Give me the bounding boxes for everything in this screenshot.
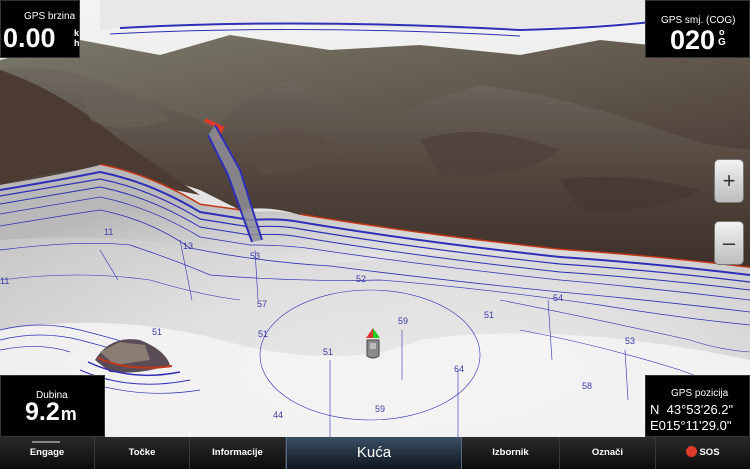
position-databox[interactable]: GPS pozicija N 43°53'26.2" E015°11'29.0" xyxy=(645,375,750,437)
depth-label: 51 xyxy=(484,310,494,320)
zoom-out-button[interactable]: – xyxy=(714,221,744,265)
sos-label: SOS xyxy=(699,447,720,458)
cog-databox[interactable]: GPS smj. (COG) 020 o G xyxy=(645,0,750,58)
depth-label: 53 xyxy=(250,251,260,261)
cog-unit-top: o xyxy=(719,27,725,37)
oznaci-button[interactable]: Označi xyxy=(560,437,656,469)
cog-value: 020 xyxy=(670,25,716,55)
sos-icon xyxy=(686,445,698,457)
depth-label: 58 xyxy=(582,381,592,391)
bottom-toolbar: Engage Točke Informacije Kuća Izbornik O… xyxy=(0,437,750,469)
drag-handle-icon xyxy=(32,441,60,443)
informacije-button[interactable]: Informacije xyxy=(190,437,286,469)
depth-label: 64 xyxy=(454,364,464,374)
zoom-in-button[interactable]: + xyxy=(714,159,744,203)
speed-unit-bottom: h xyxy=(74,38,80,48)
depth-label: 11 xyxy=(104,227,113,237)
position-label: GPS pozicija xyxy=(671,388,729,399)
cog-unit-bottom: G xyxy=(718,37,726,48)
depth-label: 54 xyxy=(553,293,563,303)
depth-label: 51 xyxy=(258,329,268,339)
position-lon: E015°11'29.0" xyxy=(650,418,732,433)
engage-button[interactable]: Engage xyxy=(0,437,95,469)
tocke-button[interactable]: Točke xyxy=(95,437,190,469)
chart-3d-view[interactable]: 57 52 59 51 54 51 64 59 44 58 53 53 11 1… xyxy=(0,0,750,437)
speed-unit-top: k xyxy=(74,28,80,38)
depth-label: 13 xyxy=(183,241,193,251)
depth-label: 51 xyxy=(152,327,162,337)
depth-label: 59 xyxy=(398,316,408,326)
depth-value: 9.2m xyxy=(25,398,77,426)
depth-label: 11 xyxy=(0,276,9,286)
depth-label: 59 xyxy=(375,404,385,414)
speed-value: 0.00 xyxy=(3,23,56,53)
depth-label: 44 xyxy=(273,410,283,420)
position-lat: N 43°53'26.2" xyxy=(650,402,734,417)
engage-label: Engage xyxy=(29,447,65,458)
depth-label: 53 xyxy=(625,336,635,346)
home-button[interactable]: Kuća xyxy=(286,437,462,469)
depth-label: 51 xyxy=(323,347,333,357)
speed-label: GPS brzina xyxy=(24,11,76,22)
izbornik-button[interactable]: Izbornik xyxy=(462,437,560,469)
depth-label: 57 xyxy=(257,299,267,309)
speed-databox[interactable]: GPS brzina 0.00 k h xyxy=(0,0,80,58)
sos-button[interactable]: SOS xyxy=(656,437,750,469)
depth-label: 52 xyxy=(356,274,366,284)
depth-databox[interactable]: Dubina 9.2m xyxy=(0,375,105,437)
